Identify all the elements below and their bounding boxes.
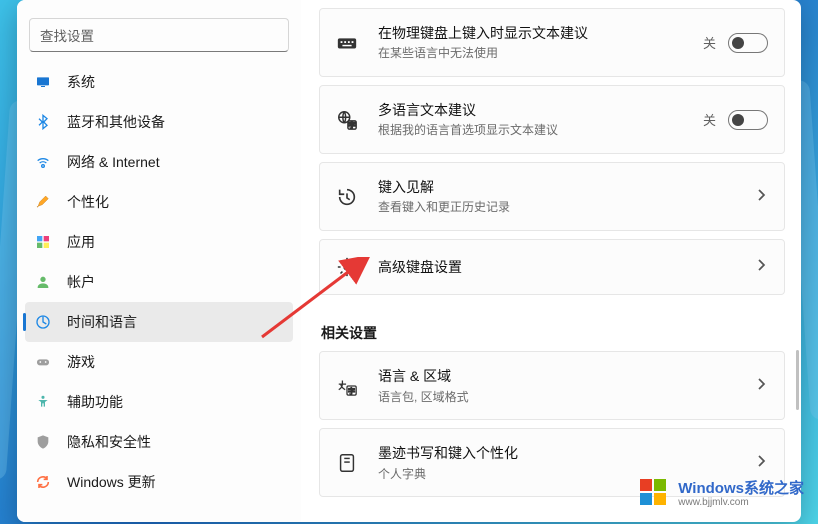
sidebar-item-label: 蓝牙和其他设备 (67, 112, 165, 132)
setting-title: 语言 & 区域 (378, 366, 756, 386)
language-icon: 字 (334, 373, 360, 399)
toggle-state-label: 关 (703, 110, 716, 129)
accessibility-icon (33, 392, 53, 412)
shield-icon (33, 432, 53, 452)
sidebar-item-label: 网络 & Internet (67, 152, 160, 172)
sidebar-item-accessibility[interactable]: 辅助功能 (25, 382, 293, 422)
watermark-suffix: 系统之家 (744, 480, 804, 497)
setting-subtitle: 根据我的语言首选项显示文本建议 (378, 122, 703, 139)
setting-title: 键入见解 (378, 177, 756, 197)
sidebar-item-bluetooth[interactable]: 蓝牙和其他设备 (25, 102, 293, 142)
wifi-icon (33, 152, 53, 172)
settings-window: 查找设置 系统 蓝牙和其他设备 网络 (17, 0, 801, 522)
dictionary-icon (334, 450, 360, 476)
apps-icon (33, 232, 53, 252)
svg-text:字: 字 (349, 120, 356, 129)
toggle-switch[interactable] (728, 33, 768, 53)
sidebar-item-label: 个性化 (67, 192, 109, 212)
globe-char-icon: 字 (334, 107, 360, 133)
gear-icon (334, 254, 360, 280)
main-content: 在物理键盘上键入时显示文本建议 在某些语言中无法使用 关 字 多语言文本建议 根… (301, 0, 801, 522)
display-icon (33, 72, 53, 92)
chevron-right-icon (756, 377, 768, 395)
person-icon (33, 272, 53, 292)
setting-subtitle: 查看键入和更正历史记录 (378, 199, 756, 216)
sidebar-item-system[interactable]: 系统 (25, 62, 293, 102)
setting-title: 在物理键盘上键入时显示文本建议 (378, 23, 703, 43)
setting-title: 高级键盘设置 (378, 257, 756, 277)
setting-subtitle: 在某些语言中无法使用 (378, 45, 703, 62)
setting-subtitle: 语言包, 区域格式 (378, 389, 756, 406)
keyboard-icon (334, 30, 360, 56)
sidebar-item-accounts[interactable]: 帐户 (25, 262, 293, 302)
sidebar-item-label: 时间和语言 (67, 312, 137, 332)
sidebar-item-update[interactable]: Windows 更新 (25, 462, 293, 502)
gamepad-icon (33, 352, 53, 372)
watermark-brand: Windows (678, 480, 744, 497)
update-icon (33, 472, 53, 492)
search-input[interactable]: 查找设置 (29, 18, 289, 52)
sidebar-item-label: 辅助功能 (67, 392, 123, 412)
sidebar-list: 系统 蓝牙和其他设备 网络 & Internet 个性化 (17, 62, 301, 514)
sidebar-item-label: 隐私和安全性 (67, 432, 151, 452)
setting-typing-insights[interactable]: 键入见解 查看键入和更正历史记录 (319, 162, 785, 231)
setting-physical-keyboard[interactable]: 在物理键盘上键入时显示文本建议 在某些语言中无法使用 关 (319, 8, 785, 77)
toggle-switch[interactable] (728, 110, 768, 130)
section-related-settings: 相关设置 (321, 323, 795, 343)
windows-logo-icon (638, 476, 670, 512)
globe-clock-icon (33, 312, 53, 332)
chevron-right-icon (756, 454, 768, 472)
sidebar-item-personalization[interactable]: 个性化 (25, 182, 293, 222)
chevron-right-icon (756, 258, 768, 276)
sidebar-item-label: 帐户 (67, 272, 95, 292)
watermark: Windows系统之家 www.bjjmlv.com (638, 476, 804, 512)
scrollbar[interactable] (796, 350, 799, 410)
sidebar-item-apps[interactable]: 应用 (25, 222, 293, 262)
bluetooth-icon (33, 112, 53, 132)
setting-title: 多语言文本建议 (378, 100, 703, 120)
sidebar-item-gaming[interactable]: 游戏 (25, 342, 293, 382)
paintbrush-icon (33, 192, 53, 212)
sidebar-item-label: 游戏 (67, 352, 95, 372)
sidebar: 查找设置 系统 蓝牙和其他设备 网络 (17, 0, 301, 522)
setting-language-region[interactable]: 字 语言 & 区域 语言包, 区域格式 (319, 351, 785, 420)
sidebar-item-label: 应用 (67, 232, 95, 252)
sidebar-item-privacy[interactable]: 隐私和安全性 (25, 422, 293, 462)
search-placeholder: 查找设置 (40, 25, 278, 45)
sidebar-item-time-language[interactable]: 时间和语言 (25, 302, 293, 342)
setting-multilingual[interactable]: 字 多语言文本建议 根据我的语言首选项显示文本建议 关 (319, 85, 785, 154)
setting-title: 墨迹书写和键入个性化 (378, 443, 756, 463)
sidebar-item-network[interactable]: 网络 & Internet (25, 142, 293, 182)
svg-text:字: 字 (348, 386, 355, 395)
sidebar-item-label: Windows 更新 (67, 472, 156, 492)
sidebar-item-label: 系统 (67, 72, 95, 92)
toggle-state-label: 关 (703, 33, 716, 52)
history-icon (334, 184, 360, 210)
chevron-right-icon (756, 188, 768, 206)
setting-advanced-keyboard[interactable]: 高级键盘设置 (319, 239, 785, 295)
watermark-url: www.bjjmlv.com (678, 497, 804, 509)
